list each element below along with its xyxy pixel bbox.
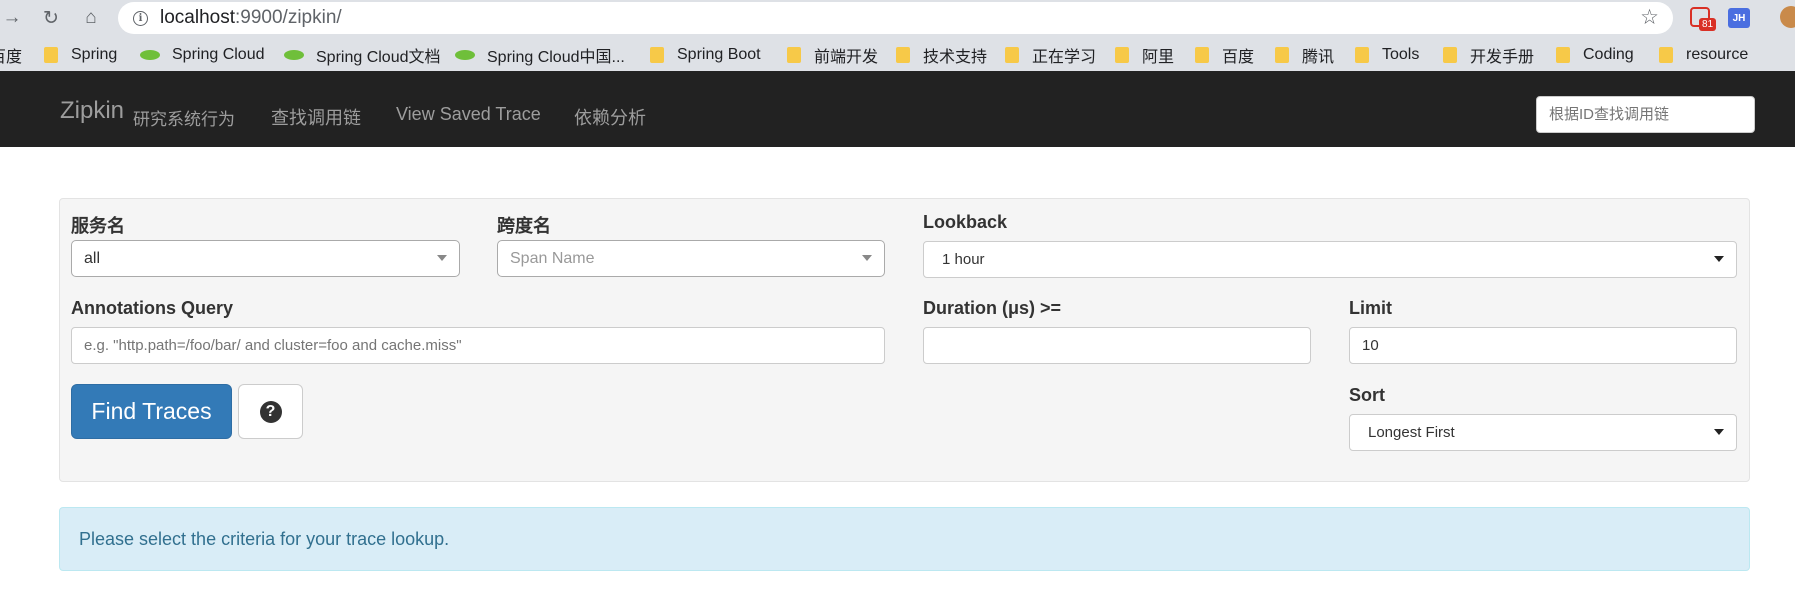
bookmark-label: 技术支持 <box>923 49 988 66</box>
info-alert: Please select the criteria for your trac… <box>59 507 1750 571</box>
alert-message: Please select the criteria for your trac… <box>79 528 450 549</box>
bookmark-label: 百度 <box>1222 49 1255 66</box>
chevron-down-icon <box>437 255 447 261</box>
bookmark-item[interactable]: Spring Cloud中国... <box>455 43 625 67</box>
url-host: localhost <box>160 7 235 28</box>
span-name-select[interactable]: Span Name <box>497 240 885 277</box>
service-name-label: 服务名 <box>71 216 125 236</box>
folder-icon <box>1275 47 1289 63</box>
bookmark-item[interactable]: 前端开发 <box>787 43 878 67</box>
question-circle-icon: ? <box>259 400 282 423</box>
zipkin-navbar: Zipkin 研究系统行为 查找调用链 View Saved Trace 依赖分… <box>0 71 1795 147</box>
brand-logo[interactable]: Zipkin <box>60 97 124 125</box>
limit-value: 10 <box>1362 337 1379 354</box>
folder-icon <box>896 47 910 63</box>
help-button[interactable]: ? <box>238 384 303 439</box>
bookmark-label: 正在学习 <box>1032 49 1097 66</box>
browser-chrome: → ↻ ⌂ i localhost:9900/zipkin/ ☆ 81 JH 百… <box>0 0 1795 71</box>
browser-toolbar: → ↻ ⌂ i localhost:9900/zipkin/ ☆ 81 JH <box>0 0 1795 35</box>
profile-avatar[interactable] <box>1780 6 1795 28</box>
leaf-icon <box>140 50 160 60</box>
home-icon[interactable]: ⌂ <box>79 6 103 30</box>
bookmark-item[interactable]: 百度 <box>0 43 22 67</box>
folder-icon <box>1005 47 1019 63</box>
extension-icon[interactable]: 81 <box>1690 7 1717 31</box>
lookback-value: 1 hour <box>942 251 985 268</box>
bookmark-item[interactable]: 百度 <box>1195 43 1254 67</box>
bookmark-label: resource <box>1686 46 1749 63</box>
leaf-icon <box>284 50 304 60</box>
folder-icon <box>787 47 801 63</box>
folder-icon <box>1659 47 1673 63</box>
bookmark-label: Spring <box>71 46 118 63</box>
extension-badge: 81 <box>1699 18 1717 31</box>
bookmark-item[interactable]: Tools <box>1355 43 1419 67</box>
limit-label: Limit <box>1349 298 1392 318</box>
bookmark-item[interactable]: 正在学习 <box>1005 43 1096 67</box>
annotations-query-label: Annotations Query <box>71 298 234 318</box>
bookmark-item[interactable]: Spring Cloud <box>140 43 265 67</box>
nav-find-traces[interactable]: 查找调用链 <box>271 104 361 130</box>
nav-dependencies[interactable]: 依赖分析 <box>574 104 646 130</box>
sort-label: Sort <box>1349 385 1385 405</box>
folder-icon <box>1556 47 1570 63</box>
jh-extension-icon[interactable]: JH <box>1728 8 1750 28</box>
bookmark-label: Spring Cloud <box>172 46 265 63</box>
bookmark-item[interactable]: 阿里 <box>1115 43 1174 67</box>
duration-label: Duration (μs) >= <box>923 298 1062 318</box>
folder-icon <box>1115 47 1129 63</box>
bookmark-item[interactable]: Spring Cloud文档 <box>284 43 441 67</box>
chevron-down-icon <box>862 255 872 261</box>
span-name-placeholder: Span Name <box>510 249 595 267</box>
bookmark-label: 阿里 <box>1142 49 1175 66</box>
chevron-down-icon <box>1714 429 1724 435</box>
url-text: localhost:9900/zipkin/ <box>160 7 342 29</box>
bookmark-label: Coding <box>1583 46 1634 63</box>
bookmark-item[interactable]: Coding <box>1556 43 1634 67</box>
bookmark-star-icon[interactable]: ☆ <box>1640 5 1659 30</box>
find-traces-button[interactable]: Find Traces <box>71 384 232 439</box>
lookback-select[interactable]: 1 hour <box>923 241 1737 278</box>
url-path: :9900/zipkin/ <box>235 7 342 28</box>
bookmark-item[interactable]: 技术支持 <box>896 43 987 67</box>
chevron-down-icon <box>1714 256 1724 262</box>
address-bar[interactable]: i localhost:9900/zipkin/ ☆ <box>118 2 1673 34</box>
service-name-value: all <box>84 249 101 267</box>
span-name-label: 跨度名 <box>497 216 551 236</box>
folder-icon <box>1443 47 1457 63</box>
bookmark-item[interactable]: Spring Boot <box>650 43 761 67</box>
folder-icon <box>44 47 58 63</box>
trace-id-search-input[interactable] <box>1536 96 1755 133</box>
bookmark-label: Tools <box>1382 46 1420 63</box>
folder-icon <box>650 47 664 63</box>
bookmark-label: Spring Boot <box>677 46 761 63</box>
leaf-icon <box>455 50 475 60</box>
bookmark-label: 开发手册 <box>1470 49 1535 66</box>
sort-select[interactable]: Longest First <box>1349 414 1737 451</box>
bookmark-label: Spring Cloud中国... <box>487 49 625 66</box>
limit-input[interactable]: 10 <box>1349 327 1737 364</box>
nav-view-saved-trace[interactable]: View Saved Trace <box>396 104 541 125</box>
sort-value: Longest First <box>1368 424 1455 441</box>
bookmark-item[interactable]: resource <box>1659 43 1748 67</box>
forward-icon[interactable]: → <box>0 6 24 30</box>
annotations-query-input[interactable] <box>71 327 885 364</box>
reload-icon[interactable]: ↻ <box>39 6 63 30</box>
bookmark-label: 前端开发 <box>814 49 879 66</box>
bookmark-label: 腾讯 <box>1302 49 1335 66</box>
duration-input[interactable] <box>923 327 1311 364</box>
bookmark-item[interactable]: Spring <box>44 43 117 67</box>
folder-icon <box>1195 47 1209 63</box>
service-name-select[interactable]: all <box>71 240 460 277</box>
bookmark-label: 百度 <box>0 49 23 66</box>
bookmark-item[interactable]: 腾讯 <box>1275 43 1334 67</box>
info-icon[interactable]: i <box>133 10 148 26</box>
lookback-label: Lookback <box>923 212 1008 232</box>
brand-subtitle: 研究系统行为 <box>133 110 235 129</box>
bookmark-item[interactable]: 开发手册 <box>1443 43 1534 67</box>
bookmark-label: Spring Cloud文档 <box>316 49 441 66</box>
folder-icon <box>1355 47 1369 63</box>
